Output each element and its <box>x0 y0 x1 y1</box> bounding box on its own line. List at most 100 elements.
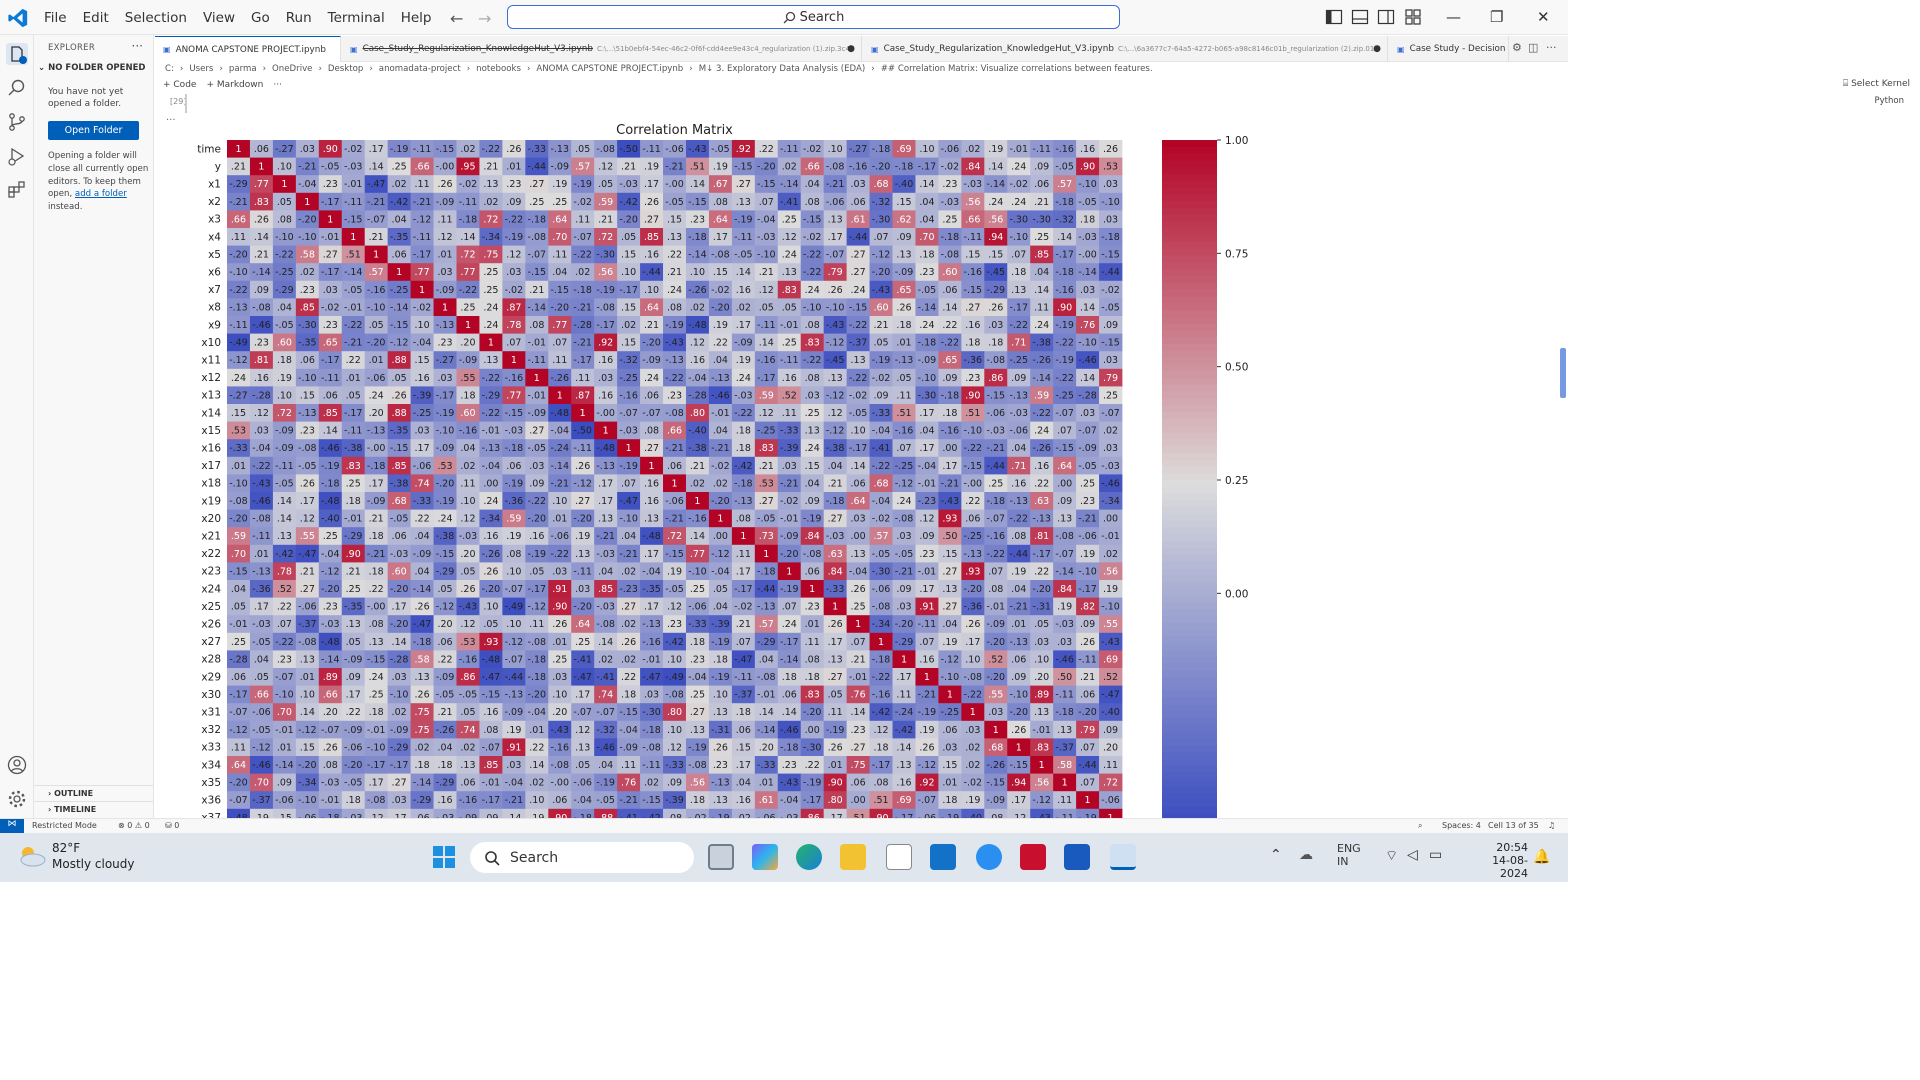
cell-language[interactable]: Python <box>1875 96 1904 106</box>
notification-bell-icon[interactable]: 🔔 <box>1533 849 1550 865</box>
ports-count[interactable]: ⛁ 0 <box>165 821 179 830</box>
add-code-button[interactable]: + Code <box>163 80 196 90</box>
more-toolbar-icon[interactable]: ··· <box>273 80 282 90</box>
split-editor-icon[interactable]: ◫ <box>1528 41 1538 54</box>
toggle-secondary-sidebar-icon[interactable] <box>1377 8 1395 26</box>
cell-annotation: .04 <box>759 654 774 665</box>
cell-annotation: -.43 <box>872 285 891 296</box>
menu-edit[interactable]: Edit <box>75 10 117 26</box>
add-folder-link[interactable]: add a folder <box>75 189 127 199</box>
command-center-search[interactable]: Search <box>507 5 1120 29</box>
extensions-icon[interactable] <box>6 179 28 201</box>
system-clock[interactable]: 20:54 14-08-2024 <box>1488 841 1528 880</box>
help-app-icon[interactable] <box>976 844 1002 870</box>
forward-arrow-icon[interactable]: → <box>478 9 491 28</box>
unsaved-dot-icon[interactable]: ● <box>1373 44 1381 54</box>
cell-annotation: .12 <box>667 602 682 613</box>
more-actions-icon[interactable]: ··· <box>132 39 143 53</box>
menu-run[interactable]: Run <box>278 10 320 26</box>
minimize-icon[interactable]: — <box>1446 8 1461 26</box>
accounts-icon[interactable] <box>6 754 28 776</box>
menu-view[interactable]: View <box>195 10 243 26</box>
notifications-bell-icon[interactable]: ♫ <box>1548 821 1555 830</box>
timeline-section[interactable]: › TIMELINE <box>34 801 154 817</box>
tab-decision-tree[interactable]: ▣ Case Study - Decision T <box>1389 36 1509 62</box>
breadcrumb-section[interactable]: M↓ 3. Exploratory Data Analysis (EDA) <box>699 64 866 74</box>
zoom-icon[interactable]: ⌕ <box>1418 821 1422 831</box>
breadcrumb-item[interactable]: notebooks <box>476 64 521 74</box>
code-cell[interactable] <box>185 94 1555 113</box>
show-hidden-icons-icon[interactable]: ⌃ <box>1270 847 1282 863</box>
wifi-icon[interactable]: ⌔ <box>1385 847 1398 865</box>
explorer-icon[interactable] <box>6 43 28 65</box>
breadcrumb-item[interactable]: parma <box>229 64 257 74</box>
open-folder-button[interactable]: Open Folder <box>48 121 139 140</box>
tab-regularization-2[interactable]: ▣ Case_Study_Regularization_KnowledgeHut_… <box>863 36 1388 62</box>
mylip-app-icon[interactable] <box>930 844 956 870</box>
toggle-primary-sidebar-icon[interactable] <box>1325 8 1343 26</box>
no-folder-section[interactable]: ⌄ NO FOLDER OPENED <box>38 63 145 73</box>
menu-terminal[interactable]: Terminal <box>320 10 393 26</box>
cell-position[interactable]: Cell 13 of 35 <box>1488 821 1539 830</box>
source-control-icon[interactable] <box>6 111 28 133</box>
menu-selection[interactable]: Selection <box>117 10 195 26</box>
weather-widget[interactable]: 82°F Mostly cloudy <box>18 841 158 875</box>
settings-gear-icon[interactable]: ⚙ <box>1512 41 1522 54</box>
row-label: x4 <box>208 231 221 243</box>
taskbar-search[interactable]: Search <box>470 842 694 873</box>
remote-icon[interactable]: ⋈ <box>0 819 24 833</box>
tab-anoma-capstone[interactable]: ▣ ANOMA CAPSTONE PROJECT.ipynb <box>155 36 341 62</box>
menu-go[interactable]: Go <box>243 10 278 26</box>
breadcrumb-heading[interactable]: ## Correlation Matrix: Visualize correla… <box>881 64 1153 74</box>
toggle-panel-icon[interactable] <box>1351 8 1369 26</box>
word-icon[interactable] <box>1064 844 1090 870</box>
cell-annotation: -.42 <box>619 197 638 208</box>
breadcrumb-item[interactable]: Desktop <box>328 64 363 74</box>
breadcrumb-item[interactable]: Users <box>189 64 213 74</box>
cell-annotation: .00 <box>1057 478 1072 489</box>
breadcrumb-item[interactable]: OneDrive <box>272 64 312 74</box>
onedrive-cloud-icon[interactable]: ☁ <box>1299 847 1313 863</box>
unsaved-dot-icon[interactable]: ● <box>847 44 855 54</box>
customize-layout-icon[interactable] <box>1404 8 1422 26</box>
more-tab-actions-icon[interactable]: ··· <box>1546 41 1557 54</box>
volume-icon[interactable]: ◁ <box>1407 847 1418 863</box>
menu-file[interactable]: File <box>36 10 75 26</box>
select-kernel-button[interactable]: ⌸ Select Kernel <box>1843 79 1910 89</box>
tab-regularization-1[interactable]: ▣ Case_Study_Regularization_KnowledgeHut_… <box>342 36 862 62</box>
task-view-icon[interactable] <box>708 844 734 870</box>
restore-icon[interactable]: ❐ <box>1490 8 1503 26</box>
row-label: time <box>197 143 221 155</box>
breadcrumb-item[interactable]: anomadata-project <box>379 64 461 74</box>
copilot-icon[interactable] <box>752 844 778 870</box>
breadcrumb-notebook[interactable]: ANOMA CAPSTONE PROJECT.ipynb <box>536 64 683 74</box>
vscode-taskbar-icon[interactable] <box>1110 844 1136 870</box>
run-debug-icon[interactable] <box>6 145 28 167</box>
menu-help[interactable]: Help <box>393 10 440 26</box>
edge-browser-icon[interactable] <box>796 844 822 870</box>
manage-gear-icon[interactable] <box>6 788 28 810</box>
add-markdown-button[interactable]: + Markdown <box>206 80 263 90</box>
file-explorer-icon[interactable] <box>840 844 866 870</box>
editor-scrollbar[interactable] <box>1560 348 1566 398</box>
search-sidebar-icon[interactable] <box>6 77 28 99</box>
close-icon[interactable]: ✕ <box>1537 8 1550 26</box>
back-arrow-icon[interactable]: ← <box>450 9 463 28</box>
microsoft-store-icon[interactable] <box>886 844 912 870</box>
problems-count[interactable]: ⊗ 0 ⚠ 0 <box>118 821 150 830</box>
restricted-mode[interactable]: Restricted Mode <box>32 821 97 830</box>
cell-annotation: -.35 <box>344 602 363 613</box>
cell-annotation: .15 <box>965 250 980 261</box>
cell-annotation: -.00 <box>550 778 569 789</box>
indentation[interactable]: Spaces: 4 <box>1442 821 1481 830</box>
outline-section[interactable]: › OUTLINE <box>34 785 154 801</box>
breadcrumb-item[interactable]: C: <box>165 64 174 74</box>
cell-annotation: -.13 <box>298 408 317 419</box>
windows-start-icon[interactable] <box>432 845 456 869</box>
cell-annotation: -.15 <box>964 461 983 472</box>
output-more-icon[interactable]: ··· <box>166 115 176 126</box>
language-indicator[interactable]: ENG IN <box>1337 842 1361 868</box>
cell-annotation: .07 <box>1057 426 1072 437</box>
mcafee-icon[interactable] <box>1020 844 1046 870</box>
battery-icon[interactable]: ▭ <box>1429 847 1442 863</box>
